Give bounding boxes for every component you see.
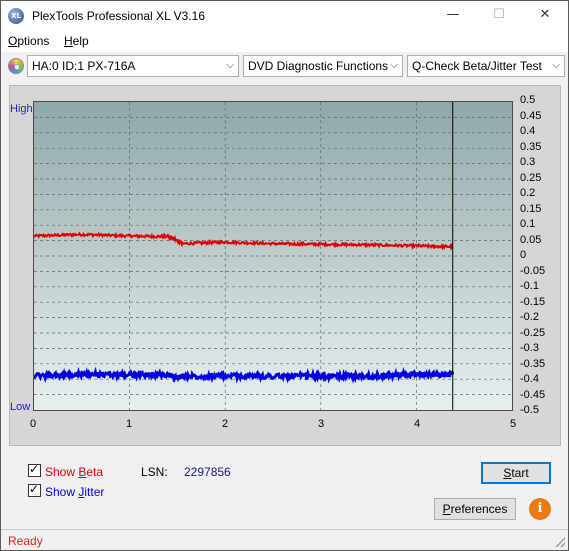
y-tick-label: 0.05: [520, 233, 542, 246]
y-tick-label: 0.5: [520, 94, 536, 106]
y-tick-label: -0.15: [520, 295, 546, 308]
preferences-accel: P: [442, 502, 451, 516]
test-select[interactable]: Q-Check Beta/Jitter Test ⌵: [407, 55, 565, 77]
x-tick-label: 1: [125, 418, 133, 430]
title-bar[interactable]: XL PlexTools Professional XL V3.16 — ☐ ✕: [1, 1, 568, 31]
preferences-label: references: [450, 502, 508, 516]
y-axis-high-label: High: [10, 103, 33, 115]
y-tick-label: 0.4: [520, 125, 536, 137]
menu-help-accel: H: [64, 34, 73, 48]
y-tick-label: 0: [520, 249, 527, 261]
y-tick-label: 0.15: [520, 202, 542, 215]
window-title: PlexTools Professional XL V3.16: [32, 9, 205, 23]
show-beta-pre: Show: [45, 465, 79, 479]
drive-select-value: HA:0 ID:1 PX-716A: [32, 59, 136, 73]
app-window: XL PlexTools Professional XL V3.16 — ☐ ✕…: [0, 0, 569, 551]
show-beta-label[interactable]: Show Beta: [45, 465, 103, 479]
x-tick-label: 3: [317, 418, 325, 430]
y-tick-label: -0.4: [520, 373, 539, 385]
lsn-value: 2297856: [184, 465, 231, 479]
show-jitter-text: Show Jitter: [45, 485, 104, 499]
show-jitter-checkbox[interactable]: [28, 482, 41, 497]
y-tick-label: -0.2: [520, 311, 539, 323]
show-beta-checkbox[interactable]: [28, 462, 41, 477]
resize-grip-icon[interactable]: [555, 537, 565, 547]
show-jitter-post: itter: [84, 485, 105, 499]
info-icon[interactable]: i: [529, 498, 551, 520]
x-tick-label: 0: [29, 418, 37, 430]
test-select-value: Q-Check Beta/Jitter Test: [412, 59, 542, 73]
drive-select[interactable]: HA:0 ID:1 PX-716A ⌵: [27, 55, 239, 77]
function-select[interactable]: DVD Diagnostic Functions ⌵: [243, 55, 403, 77]
beta-jitter-chart: [34, 102, 512, 410]
lsn-label: LSN:: [141, 465, 168, 479]
start-label: tart: [511, 466, 529, 480]
chevron-down-icon: ⌵: [552, 60, 560, 71]
start-button[interactable]: Start: [481, 462, 551, 484]
menu-help[interactable]: Help: [64, 34, 89, 48]
x-tick-label: 4: [413, 418, 421, 430]
x-tick-label: 2: [221, 418, 229, 430]
menu-help-label: elp: [72, 34, 89, 48]
y-tick-label: 0.1: [520, 218, 536, 230]
show-jitter-label[interactable]: Show Jitter: [45, 485, 104, 499]
y-tick-label: -0.25: [520, 326, 546, 339]
show-jitter-pre: Show: [45, 485, 79, 499]
menu-options-label: ptions: [17, 34, 50, 48]
y-tick-label: 0.25: [520, 171, 542, 184]
minimize-button[interactable]: —: [430, 1, 476, 31]
show-beta-text: Show Beta: [45, 465, 103, 479]
chart-plot-area: [33, 101, 513, 411]
y-tick-label: -0.1: [520, 280, 539, 292]
chevron-down-icon: ⌵: [226, 60, 234, 71]
menu-options-accel: O: [8, 34, 18, 48]
y-tick-label: -0.35: [520, 357, 546, 370]
status-text: Ready: [8, 534, 43, 548]
menu-bar: Options Help: [1, 31, 568, 52]
y-tick-label: 0.35: [520, 140, 542, 153]
y-tick-label: 0.3: [520, 156, 536, 168]
preferences-button[interactable]: Preferences: [434, 498, 516, 520]
y-tick-label: -0.05: [520, 264, 546, 277]
function-select-value: DVD Diagnostic Functions: [248, 59, 389, 73]
y-tick-label: 0.45: [520, 109, 542, 122]
menu-options[interactable]: Options: [8, 34, 49, 48]
y-tick-label: -0.5: [520, 404, 539, 416]
plextools-app-icon: XL: [8, 8, 24, 24]
chevron-down-icon: ⌵: [390, 60, 398, 71]
y-tick-label: 0.2: [520, 187, 536, 199]
y-axis-low-label: Low: [10, 401, 31, 413]
maximize-button[interactable]: ☐: [476, 1, 522, 31]
y-tick-label: -0.3: [520, 342, 539, 354]
jitter-series-line: [34, 366, 455, 384]
status-bar: Ready: [1, 529, 568, 550]
disc-icon: [8, 58, 24, 74]
y-tick-label: -0.45: [520, 388, 546, 401]
x-tick-label: 5: [509, 418, 517, 430]
show-beta-post: eta: [86, 465, 104, 479]
close-button[interactable]: ✕: [522, 1, 568, 31]
